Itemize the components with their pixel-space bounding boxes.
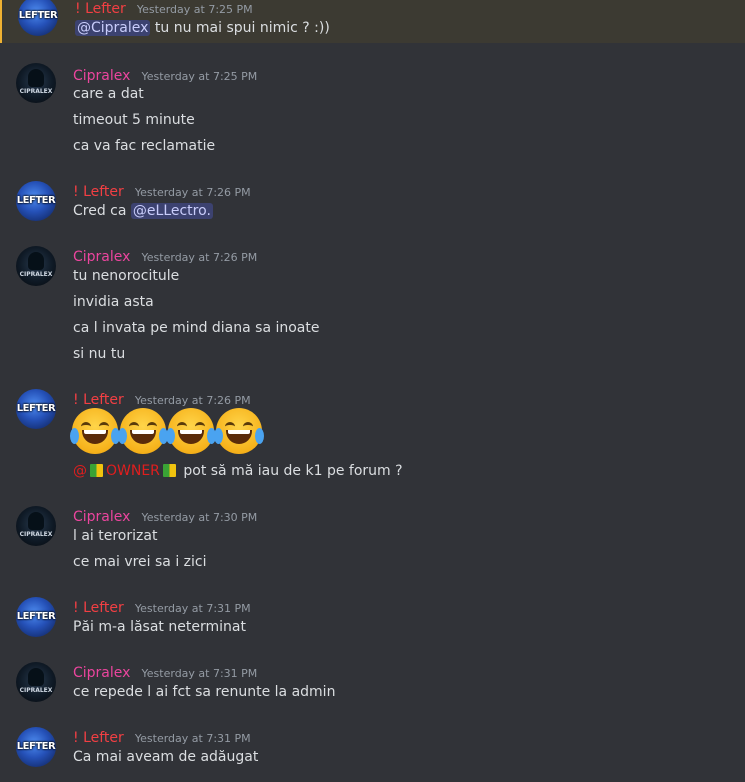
avatar[interactable]: LEFTER bbox=[16, 181, 56, 221]
username[interactable]: ! Lefter bbox=[73, 184, 124, 200]
username[interactable]: Cipralex bbox=[73, 68, 130, 84]
joy-emoji-icon[interactable] bbox=[214, 408, 264, 454]
timestamp[interactable]: Yesterday at 7:25 PM bbox=[142, 70, 258, 83]
avatar[interactable]: CIPRALEX bbox=[16, 246, 56, 286]
avatar[interactable]: CIPRALEX bbox=[16, 63, 56, 103]
message-text: Cred ca bbox=[73, 203, 127, 219]
message-item[interactable]: LEFTER ! Lefter Yesterday at 7:25 PM @Ci… bbox=[0, 0, 745, 43]
joy-emoji-icon[interactable] bbox=[118, 408, 168, 454]
avatar-label: LEFTER bbox=[16, 195, 56, 206]
beginner-badge-icon bbox=[90, 464, 103, 477]
timestamp[interactable]: Yesterday at 7:30 PM bbox=[142, 511, 258, 524]
username[interactable]: ! Lefter bbox=[73, 600, 124, 616]
message-item[interactable]: CIPRALEX Cipralex Yesterday at 7:30 PM l… bbox=[0, 503, 745, 583]
avatar[interactable]: CIPRALEX bbox=[16, 506, 56, 546]
message-text: tu nu mai spui nimic ? :)) bbox=[154, 20, 330, 36]
avatar[interactable]: LEFTER bbox=[16, 727, 56, 767]
message-text: tu nenorocitule bbox=[73, 268, 180, 284]
message-text: Păi m-a lăsat neterminat bbox=[73, 619, 246, 635]
timestamp[interactable]: Yesterday at 7:26 PM bbox=[135, 394, 251, 407]
avatar-label: CIPRALEX bbox=[19, 271, 53, 278]
user-mention[interactable]: @eLLectro. bbox=[130, 203, 213, 219]
avatar-figure bbox=[28, 668, 44, 686]
username[interactable]: Cipralex bbox=[73, 509, 130, 525]
avatar-label: LEFTER bbox=[16, 741, 56, 752]
username[interactable]: ! Lefter bbox=[73, 392, 124, 408]
message-item[interactable]: LEFTER ! Lefter Yesterday at 7:31 PM Ca … bbox=[0, 724, 745, 782]
avatar-figure bbox=[28, 252, 44, 270]
avatar-label: LEFTER bbox=[16, 403, 56, 414]
message-item[interactable]: LEFTER ! Lefter Yesterday at 7:26 PM Cre… bbox=[0, 178, 745, 228]
avatar-label: CIPRALEX bbox=[19, 531, 53, 538]
avatar[interactable]: LEFTER bbox=[16, 389, 56, 429]
avatar-figure bbox=[28, 512, 44, 530]
message-text: ca va fac reclamatie bbox=[73, 138, 216, 154]
message-text: ce repede l ai fct sa renunte la admin bbox=[73, 684, 336, 700]
message-text: care a dat bbox=[73, 86, 144, 102]
joy-emoji-icon[interactable] bbox=[70, 408, 120, 454]
message-item[interactable]: LEFTER ! Lefter Yesterday at 7:31 PM Păi… bbox=[0, 594, 745, 649]
timestamp[interactable]: Yesterday at 7:31 PM bbox=[135, 602, 251, 615]
message-text: si nu tu bbox=[73, 346, 126, 362]
timestamp[interactable]: Yesterday at 7:25 PM bbox=[137, 3, 253, 16]
message-item[interactable]: CIPRALEX Cipralex Yesterday at 7:26 PM t… bbox=[0, 243, 745, 373]
avatar-label: CIPRALEX bbox=[19, 88, 53, 95]
message-text: Ca mai aveam de adăugat bbox=[73, 749, 259, 765]
avatar-label: LEFTER bbox=[18, 10, 58, 21]
user-mention[interactable]: @Cipralex bbox=[75, 20, 151, 36]
message-item[interactable]: CIPRALEX Cipralex Yesterday at 7:25 PM c… bbox=[0, 60, 745, 170]
message-text: ca l invata pe mind diana sa inoate bbox=[73, 320, 320, 336]
username[interactable]: Cipralex bbox=[73, 249, 130, 265]
message-text: pot să mă iau de k1 pe forum ? bbox=[183, 463, 403, 479]
username[interactable]: ! Lefter bbox=[73, 730, 124, 746]
avatar[interactable]: LEFTER bbox=[18, 0, 58, 36]
timestamp[interactable]: Yesterday at 7:26 PM bbox=[142, 251, 258, 264]
joy-emoji-icon[interactable] bbox=[166, 408, 216, 454]
role-mention[interactable]: @ OWNER bbox=[73, 463, 179, 479]
timestamp[interactable]: Yesterday at 7:26 PM bbox=[135, 186, 251, 199]
message-text: ce mai vrei sa i zici bbox=[73, 554, 207, 570]
avatar-figure bbox=[28, 69, 44, 87]
message-text: l ai terorizat bbox=[73, 528, 158, 544]
message-item[interactable]: LEFTER ! Lefter Yesterday at 7:26 PM @ OW… bbox=[0, 386, 745, 486]
timestamp[interactable]: Yesterday at 7:31 PM bbox=[135, 732, 251, 745]
avatar[interactable]: LEFTER bbox=[16, 597, 56, 637]
username[interactable]: Cipralex bbox=[73, 665, 130, 681]
timestamp[interactable]: Yesterday at 7:31 PM bbox=[142, 667, 258, 680]
message-item[interactable]: CIPRALEX Cipralex Yesterday at 7:31 PM c… bbox=[0, 659, 745, 714]
avatar-label: LEFTER bbox=[16, 611, 56, 622]
message-text: invidia asta bbox=[73, 294, 154, 310]
message-text: timeout 5 minute bbox=[73, 112, 195, 128]
avatar-label: CIPRALEX bbox=[19, 687, 53, 694]
beginner-badge-icon bbox=[162, 464, 176, 477]
emoji-row bbox=[70, 408, 264, 454]
username[interactable]: ! Lefter bbox=[75, 1, 126, 17]
avatar[interactable]: CIPRALEX bbox=[16, 662, 56, 702]
